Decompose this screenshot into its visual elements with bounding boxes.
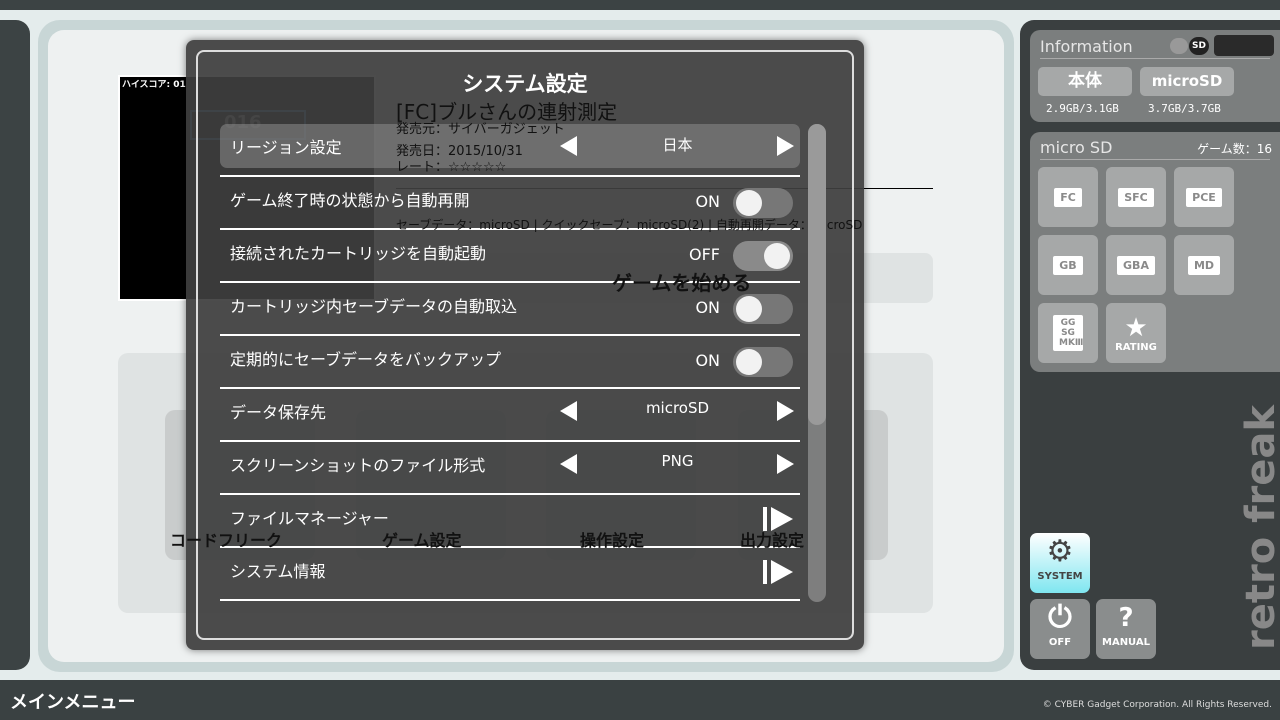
setting-value: microSD bbox=[645, 399, 710, 417]
row-divider bbox=[220, 175, 800, 177]
cart-sfc[interactable]: SFC bbox=[1106, 167, 1166, 227]
cart-pce[interactable]: PCE bbox=[1174, 167, 1234, 227]
arrow-right-icon[interactable] bbox=[777, 136, 794, 156]
toggle-state: ON bbox=[695, 298, 720, 317]
sd-usage: 3.7GB/3.7GB bbox=[1148, 102, 1221, 115]
info-title: Information bbox=[1040, 37, 1133, 56]
sd-storage-label: microSD bbox=[1140, 67, 1234, 96]
setting-row[interactable]: 定期的にセーブデータをバックアップ ON bbox=[220, 336, 800, 389]
arrow-left-icon[interactable] bbox=[560, 401, 577, 421]
setting-label: スクリーンショットのファイル形式 bbox=[230, 456, 486, 475]
dialog-title: システム設定 bbox=[462, 72, 588, 96]
gear-icon: ⚙ bbox=[1046, 534, 1074, 569]
toggle-state: ON bbox=[695, 192, 720, 211]
cart-gg-sg-mk3[interactable]: GG SG MKⅢ bbox=[1038, 303, 1098, 363]
row-divider bbox=[220, 599, 800, 601]
divider bbox=[1040, 58, 1270, 59]
cart-label: FC bbox=[1054, 187, 1082, 207]
off-label: OFF bbox=[1048, 637, 1072, 648]
retro-freak-logo: retro freak bbox=[1238, 405, 1280, 650]
tile-label: 出力設定 bbox=[740, 531, 805, 550]
toggle-switch[interactable] bbox=[733, 188, 793, 218]
toggle-switch[interactable] bbox=[733, 347, 793, 377]
rating-label: RATING bbox=[1115, 341, 1157, 353]
toggle-switch[interactable] bbox=[733, 294, 793, 324]
toggle-knob bbox=[764, 243, 790, 269]
rate: レート：☆☆☆☆☆ bbox=[396, 160, 507, 175]
row-divider bbox=[220, 440, 800, 442]
internal-usage: 2.9GB/3.1GB bbox=[1046, 102, 1119, 115]
cart-gb[interactable]: GB bbox=[1038, 235, 1098, 295]
enter-arrow-icon[interactable] bbox=[763, 507, 795, 531]
manual-button[interactable]: ? MANUAL bbox=[1096, 599, 1156, 659]
enter-arrow-icon[interactable] bbox=[763, 560, 795, 584]
start-game-label: ゲームを始める bbox=[612, 271, 752, 295]
copyright: © CYBER Gadget Corporation. All Rights R… bbox=[1042, 700, 1272, 710]
cart-label: SFC bbox=[1118, 187, 1154, 207]
arrow-right-icon[interactable] bbox=[777, 401, 794, 421]
tile-label: 操作設定 bbox=[580, 531, 645, 550]
cart-label: PCE bbox=[1186, 187, 1222, 207]
setting-label: データ保存先 bbox=[230, 403, 327, 422]
microsd-title: micro SD bbox=[1040, 138, 1113, 157]
release-date: 発売日：2015/10/31 bbox=[396, 144, 523, 159]
setting-row[interactable]: ファイルマネージャー bbox=[220, 495, 800, 548]
game-count: ゲーム数：16 bbox=[1197, 142, 1272, 156]
setting-label: 定期的にセーブデータをバックアップ bbox=[230, 350, 502, 369]
left-strip bbox=[0, 20, 30, 670]
setting-label: ゲーム終了時の状態から自動再開 bbox=[230, 191, 470, 210]
power-off-button[interactable]: ⏻ OFF bbox=[1030, 599, 1090, 659]
setting-row[interactable]: データ保存先 microSD bbox=[220, 389, 800, 442]
cart-label: GB bbox=[1053, 255, 1083, 275]
top-bar bbox=[0, 0, 1280, 10]
toggle-state: OFF bbox=[689, 245, 720, 264]
cart-gba[interactable]: GBA bbox=[1106, 235, 1166, 295]
setting-label: 接続されたカートリッジを自動起動 bbox=[230, 244, 487, 263]
cart-label: MD bbox=[1187, 255, 1221, 275]
toggle-knob bbox=[736, 349, 762, 375]
power-icon: ⏻ bbox=[1048, 600, 1072, 635]
setting-label: ファイルマネージャー bbox=[230, 509, 389, 528]
row-divider bbox=[220, 334, 800, 336]
manual-book-icon: ? bbox=[1118, 603, 1134, 633]
toggle-state: ON bbox=[695, 351, 720, 370]
arrow-left-icon[interactable] bbox=[560, 136, 577, 156]
star-icon: ★ bbox=[1124, 312, 1148, 343]
divider bbox=[1040, 159, 1270, 160]
manual-label: MANUAL bbox=[1102, 637, 1150, 648]
setting-value: PNG bbox=[661, 452, 694, 470]
main-menu-label: メインメニュー bbox=[10, 692, 136, 713]
rating-button[interactable]: ★ RATING bbox=[1106, 303, 1166, 363]
high-score: ハイスコア: 01 bbox=[122, 80, 186, 90]
setting-row[interactable]: スクリーンショットのファイル形式 PNG bbox=[220, 442, 800, 495]
toggle-switch[interactable] bbox=[733, 241, 793, 271]
internal-storage-label: 本体 bbox=[1038, 67, 1132, 96]
row-divider bbox=[220, 493, 800, 495]
setting-row[interactable]: システム情報 bbox=[220, 548, 800, 601]
tile-label: ゲーム設定 bbox=[382, 531, 462, 550]
cart-md[interactable]: MD bbox=[1174, 235, 1234, 295]
system-button[interactable]: ⚙ SYSTEM bbox=[1030, 533, 1090, 593]
cart-fc[interactable]: FC bbox=[1038, 167, 1098, 227]
system-label: SYSTEM bbox=[1037, 571, 1083, 582]
tile-label: コードフリーク bbox=[170, 531, 283, 550]
setting-value: 日本 bbox=[662, 136, 693, 154]
publisher: 発売元：サイバーガジェット bbox=[396, 122, 565, 137]
toggle-knob bbox=[736, 190, 762, 216]
row-divider bbox=[220, 546, 800, 548]
cart-label: GG SG MKⅢ bbox=[1053, 315, 1083, 351]
device-status-icon bbox=[1214, 35, 1274, 56]
toggle-knob bbox=[736, 296, 762, 322]
save-info: セーブデータ：microSD | クイックセーブ：microSD(2) | 自動… bbox=[396, 218, 863, 232]
arrow-right-icon[interactable] bbox=[777, 454, 794, 474]
arrow-left-icon[interactable] bbox=[560, 454, 577, 474]
sd-status-icon: SD bbox=[1189, 37, 1209, 55]
scrollbar-thumb[interactable] bbox=[808, 124, 826, 426]
setting-label: カートリッジ内セーブデータの自動取込 bbox=[230, 297, 518, 316]
row-divider bbox=[220, 387, 800, 389]
cart-label: GBA bbox=[1117, 255, 1155, 275]
cartridge-status-icon bbox=[1170, 38, 1188, 54]
setting-label: システム情報 bbox=[230, 562, 326, 581]
setting-label: リージョン設定 bbox=[230, 138, 342, 157]
